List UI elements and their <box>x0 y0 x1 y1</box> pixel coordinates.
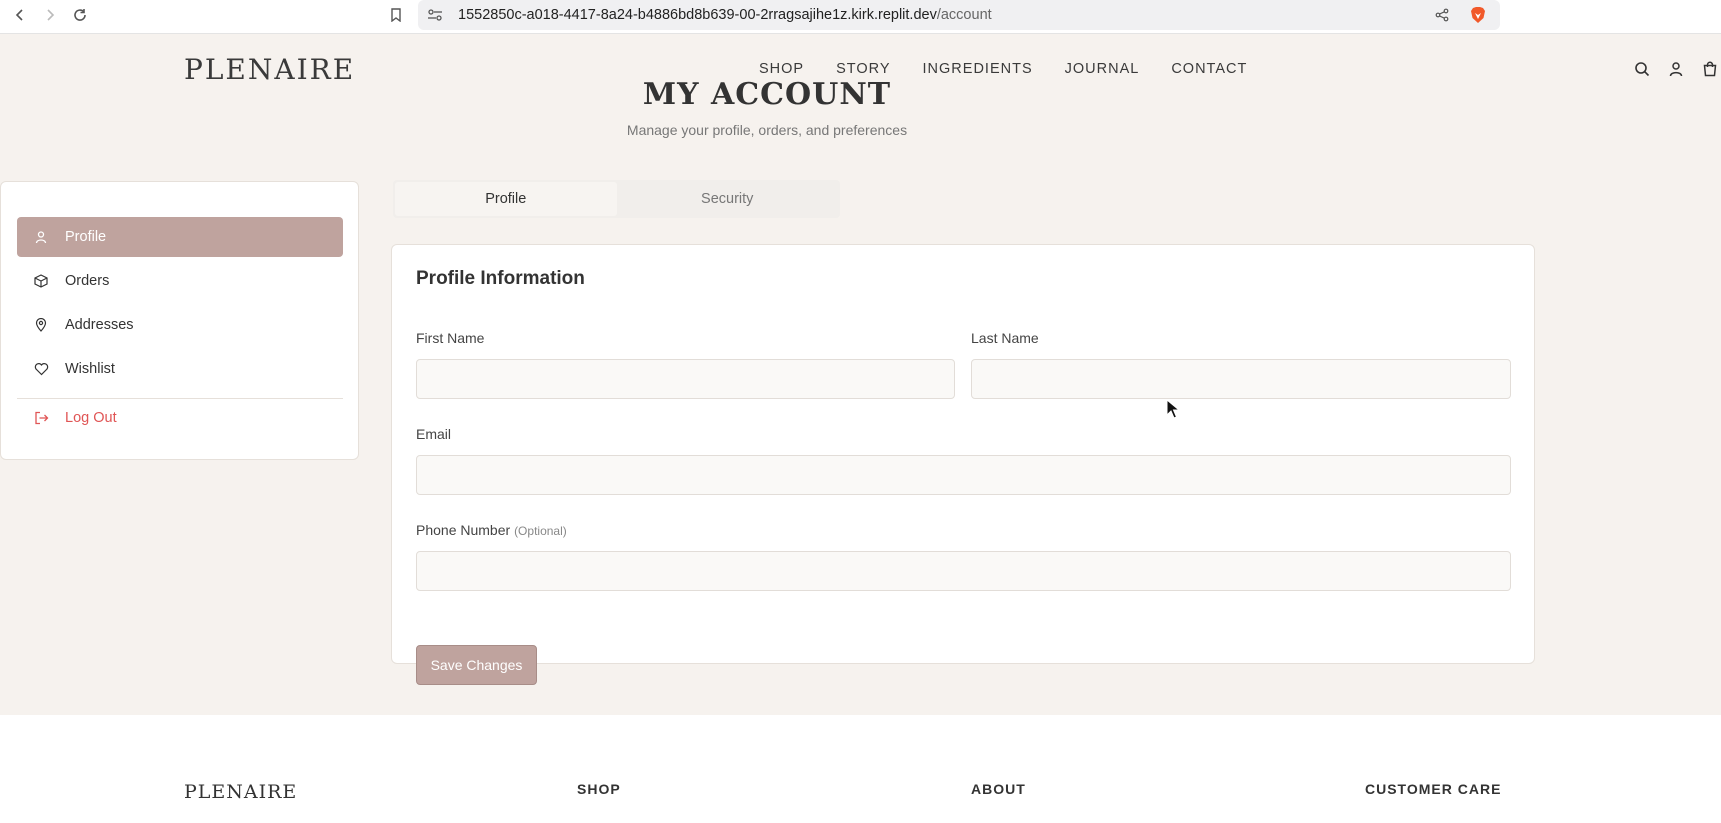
bookmark-icon[interactable] <box>385 4 407 26</box>
back-icon[interactable] <box>9 4 31 26</box>
search-icon[interactable] <box>1632 59 1652 79</box>
site-settings-icon[interactable] <box>424 4 446 26</box>
logout-label: Log Out <box>65 410 117 426</box>
heart-icon <box>33 361 49 377</box>
phone-label-text: Phone Number <box>416 522 511 538</box>
phone-label: Phone Number (Optional) <box>416 522 567 538</box>
tab-profile[interactable]: Profile <box>395 182 617 216</box>
page-subtitle: Manage your profile, orders, and prefere… <box>626 122 908 138</box>
last-name-field[interactable] <box>971 359 1511 399</box>
account-page: PLENAIRE SHOP STORY INGREDIENTS JOURNAL … <box>0 35 1721 715</box>
nav-contact[interactable]: CONTACT <box>1171 61 1247 77</box>
browser-toolbar: 1552850c-a018-4417-8a24-b4886bd8b639-00-… <box>0 0 1721 34</box>
footer-heading-customer-care: CUSTOMER CARE <box>1365 781 1502 797</box>
email-label: Email <box>416 426 452 442</box>
page-title: MY ACCOUNT <box>642 77 892 112</box>
brave-icon[interactable] <box>1467 4 1489 26</box>
account-sidebar: Profile Orders Addresses Wishlist Log Ou… <box>0 181 359 460</box>
sidebar-item-addresses[interactable]: Addresses <box>17 305 343 345</box>
site-footer: PLENAIRE SHOP ABOUT CUSTOMER CARE <box>0 715 1721 823</box>
url-path: /account <box>936 7 992 23</box>
optional-hint: (Optional) <box>514 524 567 538</box>
sidebar-item-profile[interactable]: Profile <box>17 217 343 257</box>
first-name-label: First Name <box>416 330 485 346</box>
phone-field[interactable] <box>416 551 1511 591</box>
mouse-cursor-icon <box>1166 398 1181 419</box>
nav-journal[interactable]: JOURNAL <box>1065 61 1140 77</box>
forward-icon[interactable] <box>39 4 61 26</box>
reload-icon[interactable] <box>69 4 91 26</box>
sidebar-item-orders[interactable]: Orders <box>17 261 343 301</box>
header-actions <box>1632 59 1720 79</box>
nav-shop[interactable]: SHOP <box>759 61 804 77</box>
main-nav: SHOP STORY INGREDIENTS JOURNAL CONTACT <box>759 61 1279 77</box>
user-icon <box>33 229 49 245</box>
sidebar-item-label: Addresses <box>65 317 134 333</box>
logout-button[interactable]: Log Out <box>17 398 343 438</box>
url-text: 1552850c-a018-4417-8a24-b4886bd8b639-00-… <box>458 7 992 23</box>
first-name-field[interactable] <box>416 359 955 399</box>
last-name-label: Last Name <box>971 330 1039 346</box>
profile-card: Profile Information First Name Last Name… <box>391 244 1535 685</box>
logout-icon <box>33 410 49 426</box>
footer-heading-shop: SHOP <box>577 781 621 797</box>
cart-icon[interactable] <box>1700 59 1720 79</box>
share-icon[interactable] <box>1431 4 1453 26</box>
package-icon <box>33 273 49 289</box>
sidebar-item-wishlist[interactable]: Wishlist <box>17 349 343 389</box>
user-icon[interactable] <box>1666 59 1686 79</box>
tab-security[interactable]: Security <box>617 182 839 216</box>
nav-ingredients[interactable]: INGREDIENTS <box>923 61 1033 77</box>
nav-story[interactable]: STORY <box>836 61 890 77</box>
account-tabs: Profile Security <box>393 180 840 218</box>
url-host: 1552850c-a018-4417-8a24-b4886bd8b639-00-… <box>458 7 937 23</box>
map-pin-icon <box>33 317 49 333</box>
save-button[interactable]: Save Changes <box>416 645 537 685</box>
sidebar-item-label: Wishlist <box>65 361 115 377</box>
card-title: Profile Information <box>416 268 585 289</box>
footer-logo[interactable]: PLENAIRE <box>184 781 297 803</box>
email-field[interactable] <box>416 455 1511 495</box>
sidebar-item-label: Profile <box>65 229 107 245</box>
footer-heading-about: ABOUT <box>971 781 1026 797</box>
sidebar-item-label: Orders <box>65 273 110 289</box>
